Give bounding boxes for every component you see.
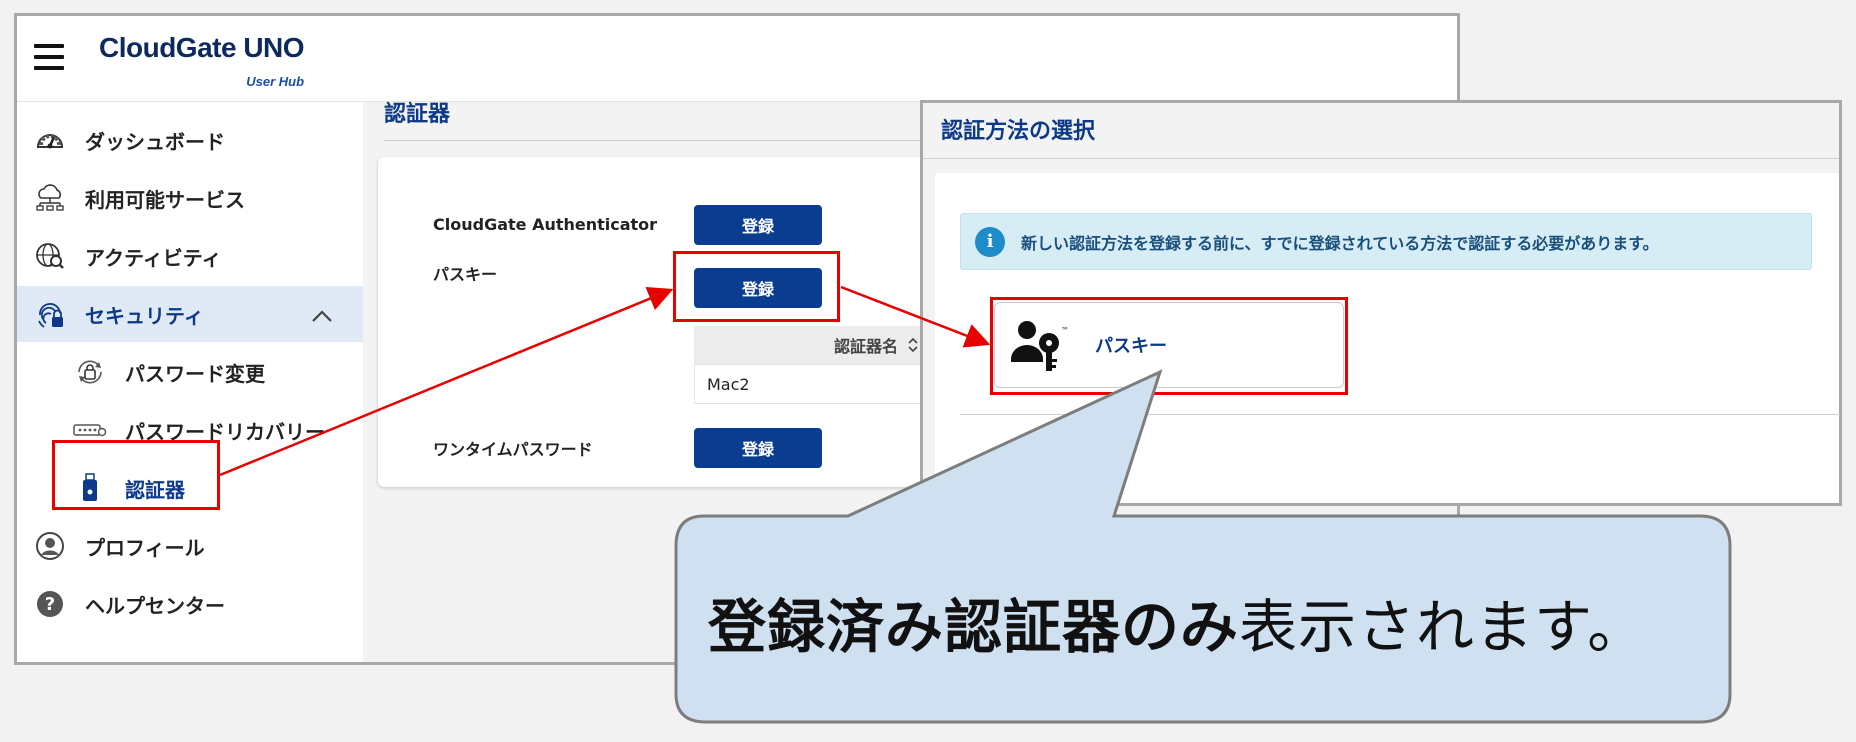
sidebar-item-label: アクティビティ	[85, 245, 222, 270]
user-key-icon: ™	[1009, 317, 1073, 373]
dashboard-gauge-icon	[33, 125, 67, 155]
sidebar-item-label: パスワード変更	[125, 361, 265, 386]
top-bar: CloudGate UNO User Hub	[17, 16, 1457, 102]
sidebar-item-label: 認証器	[125, 477, 185, 502]
callout-text-bold: 登録済み認証器のみ	[708, 593, 1240, 661]
sidebar: ダッシュボード 利用可能サービス アクティビティ セキュリティ パスワード変更 …	[17, 102, 363, 662]
globe-search-icon	[33, 241, 67, 271]
password-field-icon	[73, 415, 107, 445]
fingerprint-lock-icon	[33, 299, 67, 329]
sidebar-item-activity[interactable]: アクティビティ	[17, 228, 363, 284]
sidebar-item-security[interactable]: セキュリティ	[17, 286, 363, 342]
sidebar-item-help[interactable]: ? ヘルプセンター	[17, 576, 363, 632]
svg-text:?: ?	[45, 594, 55, 615]
table-header-label: 認証器名	[833, 337, 898, 356]
callout-text: 登録済み認証器のみ表示されます。	[708, 580, 1646, 664]
sidebar-item-label: ヘルプセンター	[85, 593, 225, 618]
row-label-cloudgate-authenticator: CloudGate Authenticator	[433, 215, 658, 234]
logo[interactable]: CloudGate UNO User Hub	[99, 32, 305, 89]
info-message: 新しい認証方法を登録する前に、すでに登録されている方法で認証する必要があります。	[1021, 233, 1659, 253]
sidebar-item-label: セキュリティ	[85, 303, 204, 328]
sidebar-item-dashboard[interactable]: ダッシュボード	[17, 112, 363, 168]
menu-hamburger-icon[interactable]	[34, 44, 64, 70]
sidebar-item-services[interactable]: 利用可能サービス	[17, 170, 363, 226]
table-header-authenticator-name[interactable]: 認証器名	[694, 326, 954, 364]
dialog-title-divider	[923, 158, 1839, 159]
register-cloudgate-authenticator-button[interactable]: 登録	[694, 205, 822, 245]
table-row[interactable]: Mac2	[694, 364, 954, 404]
sidebar-item-label: 利用可能サービス	[85, 187, 245, 212]
svg-text:™: ™	[1061, 326, 1069, 335]
sort-updown-icon[interactable]	[908, 337, 918, 353]
chevron-up-icon[interactable]	[311, 304, 333, 328]
dialog-divider	[960, 414, 1840, 415]
user-circle-icon	[33, 531, 67, 561]
help-circle-icon: ?	[33, 589, 67, 619]
password-lock-icon	[73, 357, 107, 387]
cloud-network-icon	[33, 183, 67, 213]
sidebar-item-profile[interactable]: プロフィール	[17, 518, 363, 574]
logo-title: CloudGate UNO	[99, 32, 305, 63]
row-label-passkey: パスキー	[433, 265, 498, 284]
sidebar-item-label: ダッシュボード	[85, 129, 225, 154]
info-icon: i	[975, 226, 1005, 257]
passkey-option[interactable]: ™ パスキー	[994, 302, 1344, 388]
sidebar-item-label: パスワードリカバリー	[125, 419, 325, 444]
register-otp-button[interactable]: 登録	[694, 428, 822, 468]
register-passkey-button[interactable]: 登録	[694, 268, 822, 308]
callout-text-normal: 表示されます。	[1239, 593, 1647, 661]
logo-subtitle: User Hub	[246, 74, 305, 89]
usb-key-icon	[73, 473, 107, 503]
sidebar-item-password-recovery[interactable]: パスワードリカバリー	[17, 402, 363, 458]
dialog-title: 認証方法の選択	[941, 119, 1096, 144]
passkey-option-label: パスキー	[1095, 336, 1167, 357]
sidebar-item-authenticator[interactable]: 認証器	[17, 460, 363, 516]
sidebar-item-label: プロフィール	[85, 535, 205, 560]
row-label-otp: ワンタイムパスワード	[433, 440, 593, 459]
page-title: 認証器	[384, 102, 451, 127]
info-alert: i 新しい認証方法を登録する前に、すでに登録されている方法で認証する必要がありま…	[960, 213, 1812, 270]
sidebar-item-password-change[interactable]: パスワード変更	[17, 344, 363, 400]
